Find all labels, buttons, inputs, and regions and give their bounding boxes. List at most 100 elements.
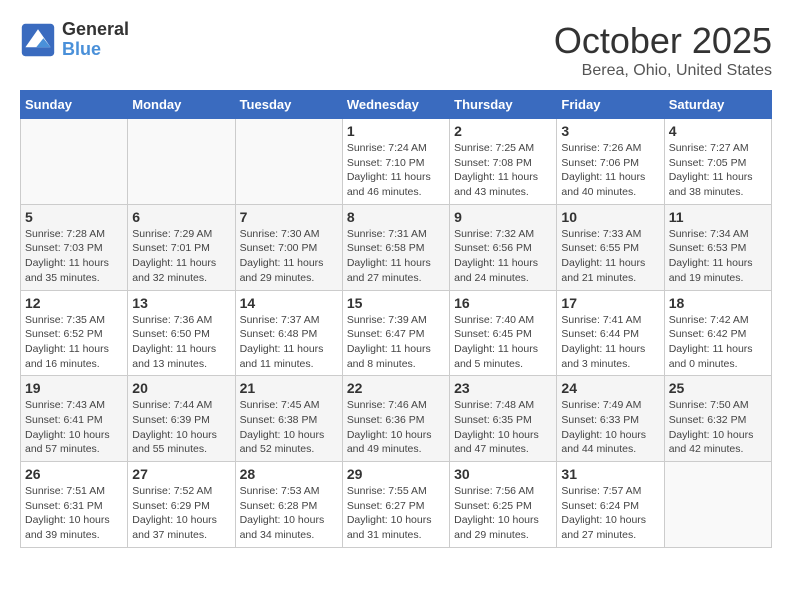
calendar-cell xyxy=(235,119,342,205)
month-title: October 2025 xyxy=(554,20,772,62)
day-number: 15 xyxy=(347,295,445,311)
day-number: 30 xyxy=(454,466,552,482)
day-info: Sunrise: 7:40 AM Sunset: 6:45 PM Dayligh… xyxy=(454,313,552,372)
day-info: Sunrise: 7:49 AM Sunset: 6:33 PM Dayligh… xyxy=(561,398,659,457)
day-header-friday: Friday xyxy=(557,91,664,119)
day-info: Sunrise: 7:25 AM Sunset: 7:08 PM Dayligh… xyxy=(454,141,552,200)
day-info: Sunrise: 7:36 AM Sunset: 6:50 PM Dayligh… xyxy=(132,313,230,372)
day-number: 5 xyxy=(25,209,123,225)
day-number: 6 xyxy=(132,209,230,225)
calendar-cell: 13Sunrise: 7:36 AM Sunset: 6:50 PM Dayli… xyxy=(128,290,235,376)
day-number: 7 xyxy=(240,209,338,225)
calendar-cell: 11 Sunrise: 7:34 AM Sunset: 6:53 PM Dayli… xyxy=(664,204,771,290)
calendar-cell: 23 Sunrise: 7:48 AM Sunset: 6:35 PM Dayli… xyxy=(450,376,557,462)
calendar-cell: 16 Sunrise: 7:40 AM Sunset: 6:45 PM Dayli… xyxy=(450,290,557,376)
location-subtitle: Berea, Ohio, United States xyxy=(554,62,772,80)
day-number: 29 xyxy=(347,466,445,482)
calendar-cell: 2 Sunrise: 7:25 AM Sunset: 7:08 PM Daylig… xyxy=(450,119,557,205)
day-info: Sunrise: 7:42 AM Sunset: 6:42 PM Dayligh… xyxy=(669,313,767,372)
calendar-cell: 25 Sunrise: 7:50 AM Sunset: 6:32 PM Dayli… xyxy=(664,376,771,462)
day-info: Sunrise: 7:50 AM Sunset: 6:32 PM Dayligh… xyxy=(669,398,767,457)
day-info: Sunrise: 7:24 AM Sunset: 7:10 PM Dayligh… xyxy=(347,141,445,200)
logo-icon xyxy=(20,22,56,58)
calendar-cell: 7 Sunrise: 7:30 AM Sunset: 7:00 PM Daylig… xyxy=(235,204,342,290)
day-info: Sunrise: 7:56 AM Sunset: 6:25 PM Dayligh… xyxy=(454,484,552,543)
day-number: 16 xyxy=(454,295,552,311)
calendar-week-row: 5Sunrise: 7:28 AM Sunset: 7:03 PM Daylig… xyxy=(21,204,772,290)
day-info: Sunrise: 7:30 AM Sunset: 7:00 PM Dayligh… xyxy=(240,227,338,286)
title-block: October 2025 Berea, Ohio, United States xyxy=(554,20,772,80)
day-header-thursday: Thursday xyxy=(450,91,557,119)
day-number: 11 xyxy=(669,209,767,225)
day-number: 20 xyxy=(132,380,230,396)
day-info: Sunrise: 7:35 AM Sunset: 6:52 PM Dayligh… xyxy=(25,313,123,372)
calendar-cell: 14 Sunrise: 7:37 AM Sunset: 6:48 PM Dayli… xyxy=(235,290,342,376)
day-number: 1 xyxy=(347,123,445,139)
day-number: 10 xyxy=(561,209,659,225)
day-info: Sunrise: 7:31 AM Sunset: 6:58 PM Dayligh… xyxy=(347,227,445,286)
calendar-cell xyxy=(128,119,235,205)
day-info: Sunrise: 7:34 AM Sunset: 6:53 PM Dayligh… xyxy=(669,227,767,286)
calendar-cell: 6 Sunrise: 7:29 AM Sunset: 7:01 PM Daylig… xyxy=(128,204,235,290)
day-header-sunday: Sunday xyxy=(21,91,128,119)
calendar-cell: 5Sunrise: 7:28 AM Sunset: 7:03 PM Daylig… xyxy=(21,204,128,290)
day-number: 2 xyxy=(454,123,552,139)
day-info: Sunrise: 7:37 AM Sunset: 6:48 PM Dayligh… xyxy=(240,313,338,372)
calendar-header-row: SundayMondayTuesdayWednesdayThursdayFrid… xyxy=(21,91,772,119)
day-info: Sunrise: 7:44 AM Sunset: 6:39 PM Dayligh… xyxy=(132,398,230,457)
calendar-cell: 24Sunrise: 7:49 AM Sunset: 6:33 PM Dayli… xyxy=(557,376,664,462)
day-number: 14 xyxy=(240,295,338,311)
day-number: 17 xyxy=(561,295,659,311)
calendar-cell: 4 Sunrise: 7:27 AM Sunset: 7:05 PM Daylig… xyxy=(664,119,771,205)
calendar-cell: 29 Sunrise: 7:55 AM Sunset: 6:27 PM Dayli… xyxy=(342,462,449,548)
day-info: Sunrise: 7:27 AM Sunset: 7:05 PM Dayligh… xyxy=(669,141,767,200)
page-header: General Blue October 2025 Berea, Ohio, U… xyxy=(20,20,772,80)
day-header-saturday: Saturday xyxy=(664,91,771,119)
calendar-table: SundayMondayTuesdayWednesdayThursdayFrid… xyxy=(20,90,772,548)
calendar-cell: 28Sunrise: 7:53 AM Sunset: 6:28 PM Dayli… xyxy=(235,462,342,548)
calendar-cell xyxy=(664,462,771,548)
calendar-cell: 22 Sunrise: 7:46 AM Sunset: 6:36 PM Dayli… xyxy=(342,376,449,462)
calendar-cell: 15 Sunrise: 7:39 AM Sunset: 6:47 PM Dayli… xyxy=(342,290,449,376)
day-info: Sunrise: 7:48 AM Sunset: 6:35 PM Dayligh… xyxy=(454,398,552,457)
day-info: Sunrise: 7:51 AM Sunset: 6:31 PM Dayligh… xyxy=(25,484,123,543)
calendar-cell: 27Sunrise: 7:52 AM Sunset: 6:29 PM Dayli… xyxy=(128,462,235,548)
day-number: 31 xyxy=(561,466,659,482)
calendar-week-row: 1 Sunrise: 7:24 AM Sunset: 7:10 PM Daylig… xyxy=(21,119,772,205)
calendar-cell: 18 Sunrise: 7:42 AM Sunset: 6:42 PM Dayli… xyxy=(664,290,771,376)
day-number: 3 xyxy=(561,123,659,139)
day-info: Sunrise: 7:26 AM Sunset: 7:06 PM Dayligh… xyxy=(561,141,659,200)
logo: General Blue xyxy=(20,20,129,60)
day-info: Sunrise: 7:55 AM Sunset: 6:27 PM Dayligh… xyxy=(347,484,445,543)
day-number: 9 xyxy=(454,209,552,225)
calendar-cell: 19 Sunrise: 7:43 AM Sunset: 6:41 PM Dayli… xyxy=(21,376,128,462)
day-number: 23 xyxy=(454,380,552,396)
logo-text: General Blue xyxy=(62,20,129,60)
day-number: 21 xyxy=(240,380,338,396)
day-info: Sunrise: 7:57 AM Sunset: 6:24 PM Dayligh… xyxy=(561,484,659,543)
day-number: 18 xyxy=(669,295,767,311)
day-info: Sunrise: 7:29 AM Sunset: 7:01 PM Dayligh… xyxy=(132,227,230,286)
calendar-cell xyxy=(21,119,128,205)
calendar-cell: 3 Sunrise: 7:26 AM Sunset: 7:06 PM Daylig… xyxy=(557,119,664,205)
day-number: 8 xyxy=(347,209,445,225)
calendar-cell: 31 Sunrise: 7:57 AM Sunset: 6:24 PM Dayli… xyxy=(557,462,664,548)
day-number: 25 xyxy=(669,380,767,396)
day-number: 26 xyxy=(25,466,123,482)
day-info: Sunrise: 7:41 AM Sunset: 6:44 PM Dayligh… xyxy=(561,313,659,372)
day-number: 19 xyxy=(25,380,123,396)
calendar-cell: 17 Sunrise: 7:41 AM Sunset: 6:44 PM Dayli… xyxy=(557,290,664,376)
day-number: 22 xyxy=(347,380,445,396)
day-number: 12 xyxy=(25,295,123,311)
day-header-wednesday: Wednesday xyxy=(342,91,449,119)
calendar-week-row: 19 Sunrise: 7:43 AM Sunset: 6:41 PM Dayli… xyxy=(21,376,772,462)
day-info: Sunrise: 7:43 AM Sunset: 6:41 PM Dayligh… xyxy=(25,398,123,457)
day-info: Sunrise: 7:33 AM Sunset: 6:55 PM Dayligh… xyxy=(561,227,659,286)
day-number: 4 xyxy=(669,123,767,139)
calendar-cell: 1 Sunrise: 7:24 AM Sunset: 7:10 PM Daylig… xyxy=(342,119,449,205)
day-header-tuesday: Tuesday xyxy=(235,91,342,119)
day-info: Sunrise: 7:46 AM Sunset: 6:36 PM Dayligh… xyxy=(347,398,445,457)
day-number: 27 xyxy=(132,466,230,482)
calendar-week-row: 26 Sunrise: 7:51 AM Sunset: 6:31 PM Dayli… xyxy=(21,462,772,548)
day-info: Sunrise: 7:39 AM Sunset: 6:47 PM Dayligh… xyxy=(347,313,445,372)
